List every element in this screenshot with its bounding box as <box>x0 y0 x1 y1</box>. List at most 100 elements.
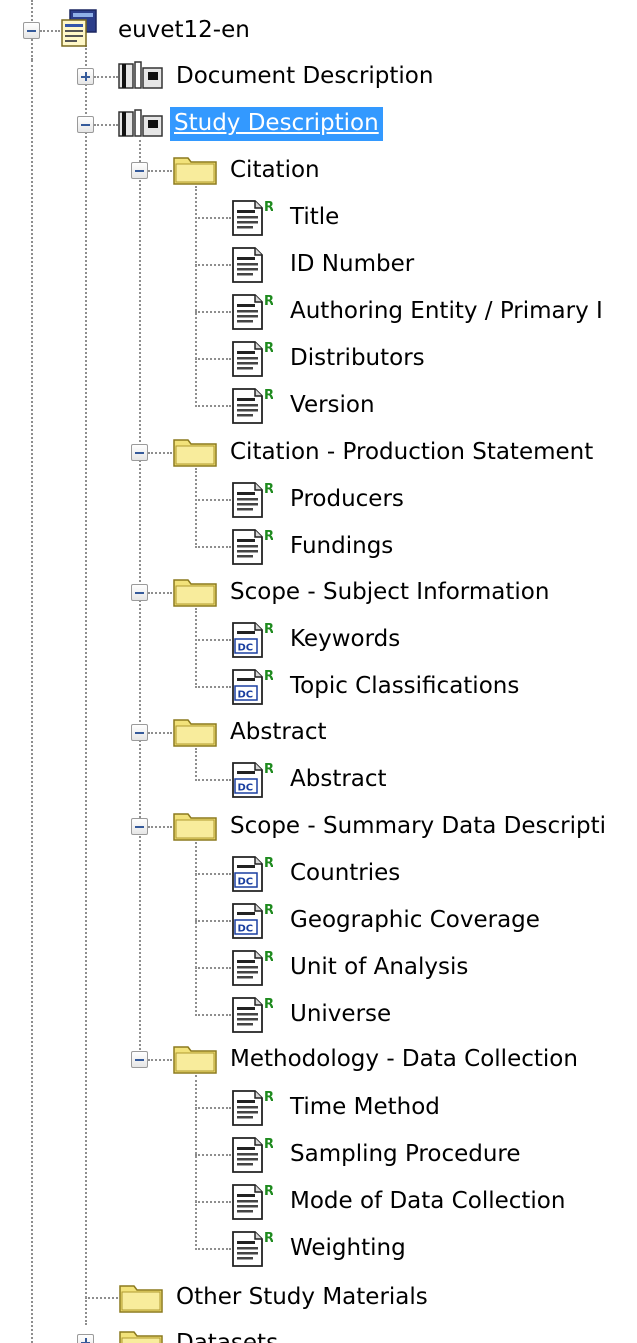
tree-line <box>195 264 231 266</box>
recommended-document-icon: R <box>231 1087 274 1133</box>
tree-leaf-title[interactable]: Title <box>286 201 343 235</box>
collapse-toggle[interactable] <box>131 444 148 461</box>
tree-leaf-producers[interactable]: Producers <box>286 483 408 517</box>
tree-root-label[interactable]: euvet12-en <box>114 14 254 48</box>
tree-line <box>195 1014 231 1016</box>
tree-line <box>195 217 231 219</box>
recommended-marker: R <box>264 622 273 637</box>
recommended-document-icon: R <box>231 338 274 384</box>
tree-group-subject-information[interactable]: Scope - Subject Information <box>226 576 553 610</box>
recommended-document-icon: R <box>231 197 274 243</box>
tree-leaf-version[interactable]: Version <box>286 389 379 423</box>
tree-line <box>195 546 231 548</box>
recommended-document-icon: R <box>231 1181 274 1227</box>
tree-line <box>195 311 231 313</box>
collapse-toggle[interactable] <box>131 1051 148 1068</box>
dublin-core-document-icon: DC R <box>231 666 274 712</box>
folder-icon <box>172 574 218 614</box>
tree-leaf-topic-classifications[interactable]: Topic Classifications <box>286 670 523 704</box>
recommended-marker: R <box>264 856 273 871</box>
tree-line <box>148 732 172 734</box>
tree-line <box>148 452 172 454</box>
tree-leaf-weighting[interactable]: Weighting <box>286 1232 410 1266</box>
expand-toggle[interactable] <box>77 1334 94 1343</box>
tree-leaf-time-method[interactable]: Time Method <box>286 1091 444 1125</box>
tree-leaf-sampling-procedure[interactable]: Sampling Procedure <box>286 1138 525 1172</box>
folder-icon <box>118 1280 164 1320</box>
tree-item-document-description[interactable]: Document Description <box>172 60 437 94</box>
dublin-core-marker: DC <box>238 690 254 701</box>
recommended-document-icon: R <box>231 385 274 431</box>
tree-item-other-study-materials[interactable]: Other Study Materials <box>172 1281 432 1315</box>
tree-leaf-mode-of-data-collection[interactable]: Mode of Data Collection <box>286 1185 569 1219</box>
tree-line <box>85 45 87 1325</box>
collapse-toggle[interactable] <box>131 724 148 741</box>
recommended-document-icon: R <box>231 291 274 337</box>
tree-leaf-countries[interactable]: Countries <box>286 857 404 891</box>
tree-line <box>148 592 172 594</box>
tree-leaf-id-number[interactable]: ID Number <box>286 248 418 282</box>
tree-line <box>195 1154 231 1156</box>
study-document-icon <box>60 8 102 54</box>
section-icon <box>118 60 164 98</box>
tree-leaf-keywords[interactable]: Keywords <box>286 623 404 657</box>
tree-line <box>195 779 231 781</box>
tree-line <box>195 920 231 922</box>
tree-line <box>195 608 197 688</box>
tree-leaf-abstract[interactable]: Abstract <box>286 763 391 797</box>
recommended-marker: R <box>264 482 273 497</box>
tree-line <box>94 124 118 126</box>
tree-leaf-universe[interactable]: Universe <box>286 998 395 1032</box>
tree-line <box>195 639 231 641</box>
tree-line <box>31 60 33 1343</box>
recommended-marker: R <box>264 1137 273 1152</box>
tree-line <box>195 499 231 501</box>
recommended-marker: R <box>264 1231 273 1246</box>
tree-line <box>195 1248 231 1250</box>
recommended-marker: R <box>264 950 273 965</box>
recommended-marker: R <box>264 1090 273 1105</box>
tree-group-abstract[interactable]: Abstract <box>226 716 331 750</box>
tree-line <box>40 30 60 32</box>
tree-group-summary-data[interactable]: Scope - Summary Data Descripti <box>226 810 610 844</box>
collapse-toggle[interactable] <box>131 584 148 601</box>
tree-line <box>195 186 197 407</box>
tree-leaf-fundings[interactable]: Fundings <box>286 530 397 564</box>
tree-group-production-statement[interactable]: Citation - Production Statement <box>226 436 597 470</box>
tree-line <box>85 1297 118 1299</box>
collapse-toggle[interactable] <box>23 22 40 39</box>
tree-line <box>195 358 231 360</box>
collapse-toggle[interactable] <box>77 116 94 133</box>
tree-line <box>148 1059 172 1061</box>
expand-toggle[interactable] <box>77 68 94 85</box>
tree-line <box>148 170 172 172</box>
collapse-toggle[interactable] <box>131 818 148 835</box>
tree-line <box>148 826 172 828</box>
tree-leaf-distributors[interactable]: Distributors <box>286 342 429 376</box>
recommended-marker: R <box>264 341 273 356</box>
tree-item-study-description[interactable]: Study Description <box>170 107 383 141</box>
tree-line <box>195 405 231 407</box>
dublin-core-document-icon: DC R <box>231 759 274 805</box>
tree-line <box>195 686 231 688</box>
tree-line <box>94 76 118 78</box>
tree-group-data-collection[interactable]: Methodology - Data Collection <box>226 1043 582 1077</box>
folder-icon <box>172 152 218 192</box>
recommended-marker: R <box>264 200 273 215</box>
dublin-core-document-icon: DC R <box>231 619 274 665</box>
tree-leaf-geographic-coverage[interactable]: Geographic Coverage <box>286 904 544 938</box>
dublin-core-marker: DC <box>238 783 254 794</box>
collapse-toggle[interactable] <box>131 162 148 179</box>
tree-leaf-unit-of-analysis[interactable]: Unit of Analysis <box>286 951 472 985</box>
dublin-core-document-icon: DC R <box>231 853 274 899</box>
recommended-marker: R <box>264 997 273 1012</box>
recommended-document-icon: R <box>231 1228 274 1274</box>
tree-leaf-authoring-entity[interactable]: Authoring Entity / Primary I <box>286 295 607 329</box>
folder-icon <box>172 808 218 848</box>
recommended-marker: R <box>264 762 273 777</box>
tree-group-citation[interactable]: Citation <box>226 154 324 188</box>
tree-item-datasets[interactable]: Datasets <box>172 1327 282 1343</box>
recommended-document-icon: R <box>231 947 274 993</box>
recommended-document-icon: R <box>231 479 274 525</box>
dublin-core-marker: DC <box>238 877 254 888</box>
